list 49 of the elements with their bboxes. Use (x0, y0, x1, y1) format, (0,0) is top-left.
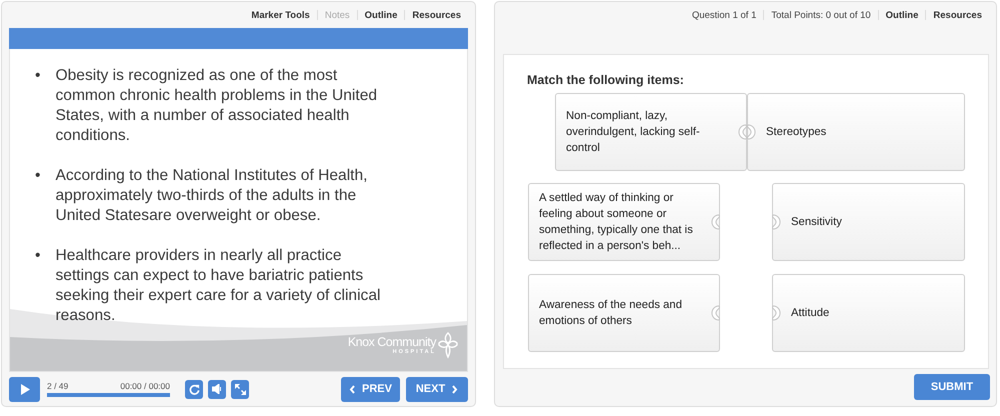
bullet-point: According to the National Institutes of Health, approximately two-thirds of the adults in the United Statesare overweight or obese. (55, 166, 369, 226)
connector-icon (738, 124, 747, 140)
bullet-marker: • (35, 246, 40, 266)
match-tile[interactable]: Non-compliant, lazy, overindulgent, lacking self-control (555, 93, 747, 171)
match-tile[interactable]: Awareness of the needs and emotions of others (528, 274, 720, 352)
connector-icon (711, 304, 720, 322)
chevron-right-icon (451, 384, 458, 394)
match-tile[interactable]: Attitude (772, 274, 965, 352)
nav-link[interactable]: Outline (364, 10, 398, 20)
tile-text: Sensitivity (791, 215, 843, 230)
tile-text: Stereotypes (766, 125, 828, 140)
match-tile[interactable]: Sensitivity (772, 183, 965, 261)
nav-link[interactable]: Marker Tools (251, 10, 310, 20)
tile-text: Awareness of the needs and emotions of others (539, 298, 683, 329)
connector-icon (747, 124, 756, 140)
connector-icon (772, 214, 781, 230)
nav-link[interactable]: Outline (886, 10, 918, 20)
header-info: Total Points: 0 out of 10 (771, 10, 871, 20)
expand-icon (234, 384, 246, 394)
logo-name: Knox Community (348, 335, 436, 349)
connector-icon (772, 304, 781, 322)
fullscreen-button[interactable] (231, 380, 249, 398)
chevron-left-icon (349, 384, 356, 394)
time-display: 00:00 / 00:00 (120, 381, 170, 391)
header-info: Question 1 of 1 (692, 10, 756, 20)
speaker-icon (212, 384, 222, 394)
prev-button[interactable]: PREV (341, 376, 400, 402)
play-icon (20, 384, 30, 394)
replay-icon (188, 384, 200, 394)
next-button[interactable]: NEXT (406, 376, 468, 402)
tile-text: Non-compliant, lazy, overindulgent, lacking self-control (566, 109, 701, 156)
volume-button[interactable] (208, 380, 226, 398)
match-tile[interactable]: Stereotypes (747, 93, 965, 171)
nav-link[interactable]: Resources (412, 10, 461, 20)
slide-counter: 2 / 49 (47, 381, 68, 391)
bullet-marker: • (35, 66, 40, 86)
replay-button[interactable] (185, 380, 203, 398)
play-button[interactable] (9, 376, 40, 402)
cross-logo-icon (437, 331, 459, 359)
match-tile[interactable]: A settled way of thinking or feeling about someone or something, typically one that is reflected in a person's beh... (528, 183, 720, 261)
bullet-point: Healthcare providers in nearly all practice settings can expect to have bariatric patients seeking their expert care for a variety of clinical reasons. (55, 246, 382, 326)
nav-link[interactable]: Resources (933, 10, 982, 20)
tile-text: A settled way of thinking or feeling about someone or something, typically one that is reflected in a person's beh... (539, 191, 694, 254)
submit-button[interactable]: SUBMIT (914, 374, 990, 400)
question-text: Match the following items: (527, 73, 685, 89)
connector-icon (711, 214, 720, 230)
bullet-marker: • (35, 166, 40, 186)
bullet-point: Obesity is recognized as one of the most common chronic health problems in the United States, with a number of associated health conditions. (55, 66, 378, 146)
tile-text: Attitude (791, 306, 830, 321)
